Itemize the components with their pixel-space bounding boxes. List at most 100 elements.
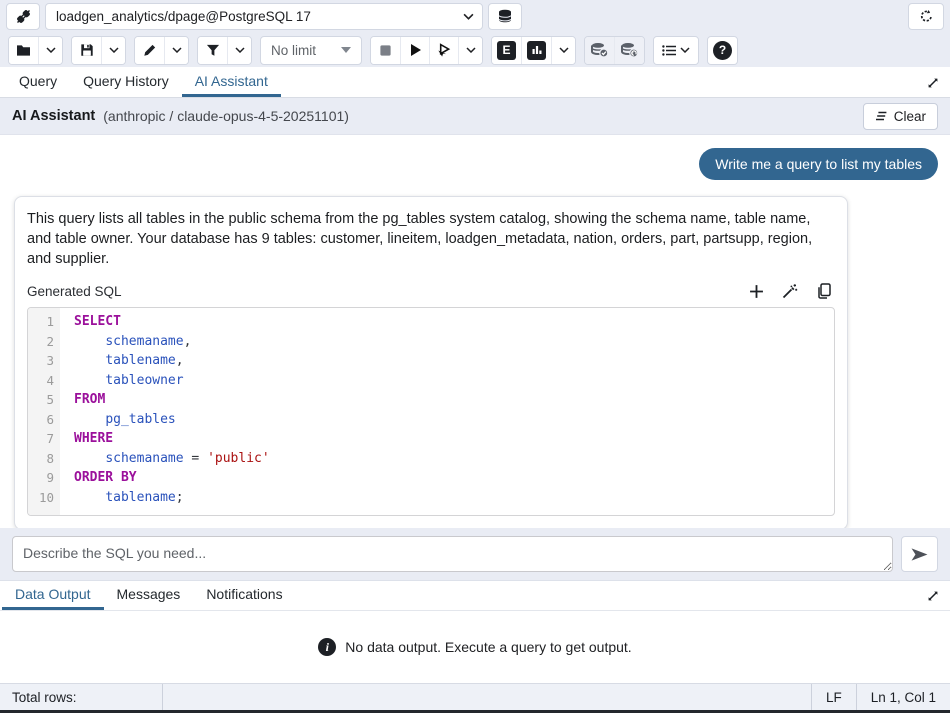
help-button[interactable]: ? [708, 37, 737, 64]
sql-line-number: 3 [28, 351, 54, 371]
caret-down-icon [341, 47, 351, 53]
info-icon: i [318, 638, 336, 656]
save-menu-button[interactable] [101, 37, 125, 64]
sql-line: schemaname = 'public' [74, 449, 834, 469]
plus-icon [749, 284, 764, 299]
sql-line-number: 5 [28, 390, 54, 410]
explain-analyze-button[interactable] [521, 37, 551, 64]
sql-line: ORDER BY [74, 468, 834, 488]
assistant-response-card: This query lists all tables in the publi… [14, 196, 848, 528]
sql-line-number: 10 [28, 488, 54, 508]
connection-plug-icon [15, 8, 32, 25]
chevron-down-icon [172, 47, 182, 53]
sql-line: pg_tables [74, 410, 834, 430]
play-cursor-icon [436, 43, 452, 58]
total-rows-label: Total rows: [0, 684, 163, 710]
sql-line-number: 1 [28, 312, 54, 332]
explain-icon: E [497, 41, 516, 60]
stop-button[interactable] [371, 37, 400, 64]
sql-line-number: 9 [28, 468, 54, 488]
prompt-bar [0, 528, 950, 581]
filter-icon [206, 44, 220, 57]
execute-menu-button[interactable] [458, 37, 482, 64]
connection-name: loadgen_analytics/dpage@PostgreSQL 17 [56, 9, 311, 24]
copy-sql-button[interactable] [816, 283, 831, 299]
commit-button[interactable] [585, 37, 614, 64]
prompt-input[interactable] [12, 536, 893, 572]
clear-icon [875, 111, 888, 121]
edit-menu-button[interactable] [164, 37, 188, 64]
row-limit-value: No limit [271, 43, 316, 58]
sql-line: SELECT [74, 312, 834, 332]
copy-icon [816, 283, 831, 299]
insert-sql-button[interactable] [749, 284, 764, 299]
sql-line: tablename, [74, 351, 834, 371]
expand-output-icon[interactable] [926, 589, 940, 603]
tab-query[interactable]: Query [6, 67, 70, 97]
clear-chat-button[interactable]: Clear [863, 103, 938, 130]
tab-query-history[interactable]: Query History [70, 67, 182, 97]
connection-select[interactable]: loadgen_analytics/dpage@PostgreSQL 17 [45, 3, 483, 30]
sql-line-number: 4 [28, 371, 54, 391]
save-button[interactable] [72, 37, 101, 64]
editor-tab-bar: Query Query History AI Assistant [0, 67, 950, 98]
help-icon: ? [713, 41, 732, 60]
generated-sql-editor[interactable]: 12345678910 SELECT schemaname, tablename… [27, 307, 835, 516]
assistant-response-text: This query lists all tables in the publi… [27, 209, 835, 269]
filter-button[interactable] [198, 37, 227, 64]
output-tab-bar: Data Output Messages Notifications [0, 581, 950, 611]
chevron-down-icon [463, 13, 474, 20]
play-icon [409, 43, 422, 57]
save-icon [80, 43, 94, 57]
tab-notifications[interactable]: Notifications [193, 581, 295, 610]
expand-editor-icon[interactable] [926, 76, 940, 90]
chevron-down-icon [46, 47, 56, 53]
edit-button[interactable] [135, 37, 164, 64]
refresh-button[interactable] [908, 3, 944, 30]
empty-output-message: No data output. Execute a query to get o… [345, 639, 631, 655]
sql-line: schemaname, [74, 332, 834, 352]
tab-ai-assistant[interactable]: AI Assistant [182, 67, 281, 97]
execute-button[interactable] [400, 37, 429, 64]
chevron-down-icon [466, 47, 476, 53]
ai-assistant-header: AI Assistant (anthropic / claude-opus-4-… [0, 98, 950, 135]
connection-status-button[interactable] [6, 3, 40, 30]
sql-line-numbers: 12345678910 [28, 308, 60, 515]
tab-messages[interactable]: Messages [104, 581, 194, 610]
chevron-down-icon [680, 47, 690, 53]
macros-button[interactable] [654, 37, 698, 64]
sql-line: tablename; [74, 488, 834, 508]
regenerate-sql-button[interactable] [782, 283, 798, 299]
connection-bar: loadgen_analytics/dpage@PostgreSQL 17 [0, 0, 950, 33]
tab-data-output[interactable]: Data Output [2, 581, 104, 610]
query-tool-window: loadgen_analytics/dpage@PostgreSQL 17 [0, 0, 950, 713]
sql-line: WHERE [74, 429, 834, 449]
ai-assistant-title: AI Assistant [12, 108, 95, 124]
explain-button[interactable]: E [492, 37, 521, 64]
chevron-down-icon [559, 47, 569, 53]
row-limit-select[interactable]: No limit [260, 36, 362, 65]
list-icon [662, 45, 676, 56]
open-file-menu-button[interactable] [38, 37, 62, 64]
sql-line-number: 2 [28, 332, 54, 352]
explain-analyze-icon [527, 41, 546, 60]
send-button[interactable] [901, 536, 938, 572]
sql-line-number: 7 [28, 429, 54, 449]
execute-options-button[interactable] [429, 37, 458, 64]
refresh-icon [919, 9, 934, 24]
cursor-position: Ln 1, Col 1 [856, 684, 950, 710]
filter-menu-button[interactable] [227, 37, 251, 64]
explain-menu-button[interactable] [551, 37, 575, 64]
chevron-down-icon [109, 47, 119, 53]
sql-line-number: 8 [28, 449, 54, 469]
new-connection-button[interactable] [488, 3, 522, 30]
open-file-button[interactable] [9, 37, 38, 64]
database-check-icon [590, 42, 609, 58]
sql-line-number: 6 [28, 410, 54, 430]
generated-sql-label: Generated SQL [27, 284, 122, 299]
rollback-button[interactable] [614, 37, 644, 64]
chevron-down-icon [235, 47, 245, 53]
sql-code: SELECT schemaname, tablename, tableowner… [60, 308, 834, 515]
eol-mode[interactable]: LF [811, 684, 856, 710]
magic-wand-icon [782, 283, 798, 299]
